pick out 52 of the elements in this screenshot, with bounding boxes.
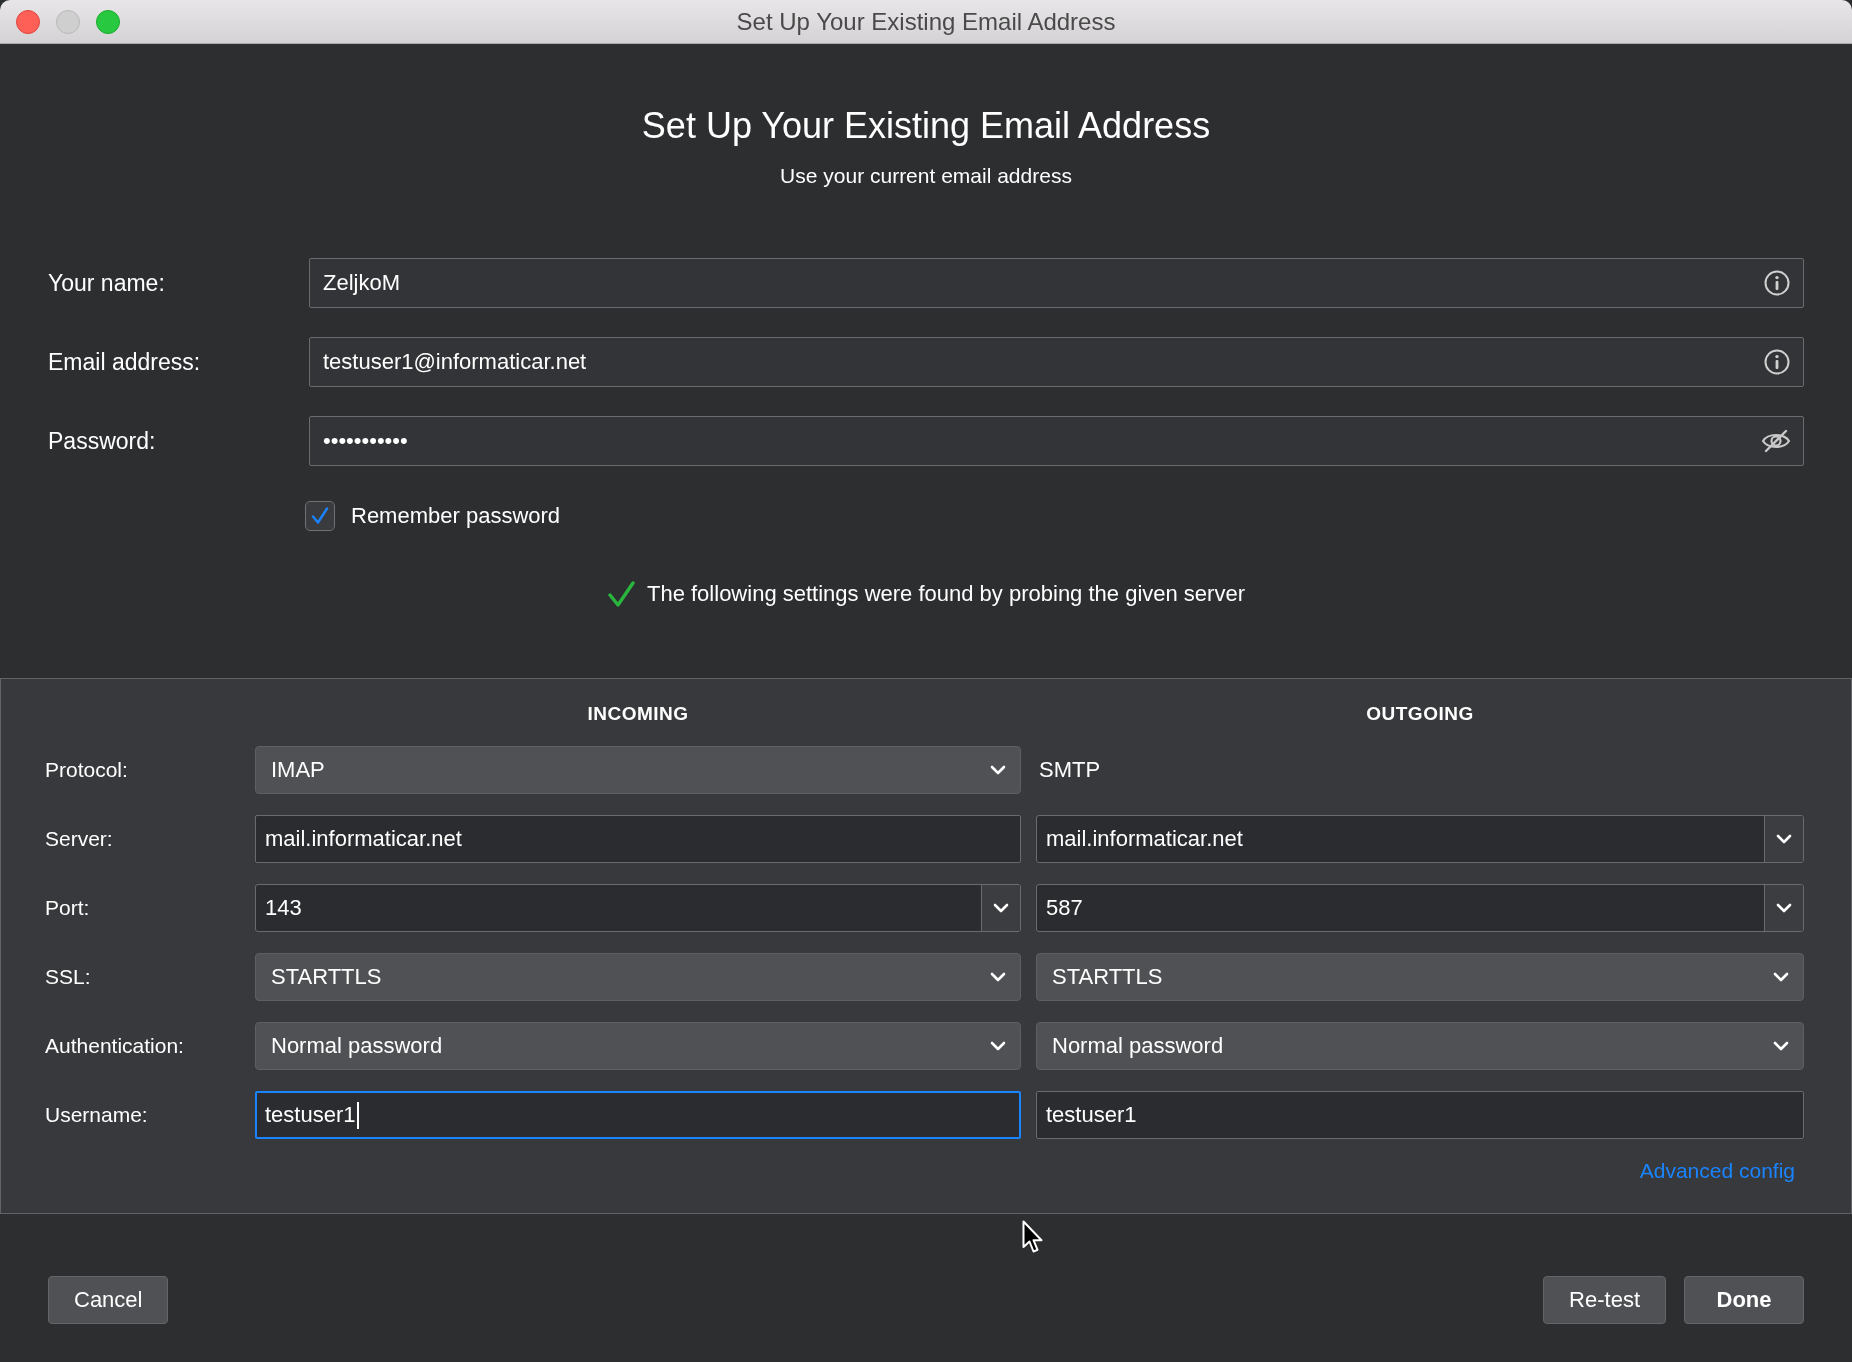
setting-label: SSL: xyxy=(45,965,91,988)
text-field[interactable]: testuser1 xyxy=(1036,1091,1804,1139)
chevron-icon xyxy=(990,972,1006,982)
chevron-icon xyxy=(1773,1041,1789,1051)
dropdown-select[interactable]: IMAP xyxy=(255,746,1021,794)
combo-field[interactable]: 143 xyxy=(255,884,1021,932)
text-field[interactable]: testuser1 xyxy=(255,1091,1021,1139)
checkbox-label: Remember password xyxy=(351,503,561,529)
protocol-text: SMTP xyxy=(1039,757,1101,783)
window-title: Set Up Your Existing Email Address xyxy=(736,7,1116,36)
chevron-icon xyxy=(1776,903,1792,913)
checkmark-icon xyxy=(310,506,330,526)
dropdown-select[interactable]: STARTTLS xyxy=(1036,953,1804,1001)
setting-label: Authentication: xyxy=(45,1034,184,1057)
setting-label: Port: xyxy=(45,896,90,919)
dropdown-select[interactable]: Normal password xyxy=(1036,1022,1804,1070)
dropdown-select[interactable]: Normal password xyxy=(255,1022,1021,1070)
combo-field[interactable]: 587 xyxy=(1036,884,1804,932)
dialog-button[interactable]: Done xyxy=(1684,1276,1804,1324)
text-field[interactable]: mail.informaticar.net xyxy=(255,815,1021,863)
field-label: Your name: xyxy=(48,269,165,296)
password-field[interactable]: ••••••••••• xyxy=(309,416,1804,466)
dialog-heading: Set Up Your Existing Email Address xyxy=(641,104,1211,148)
field-label: Email address: xyxy=(48,348,201,375)
chevron-icon xyxy=(1776,834,1792,844)
close-button[interactable] xyxy=(16,10,40,34)
field-label: Password: xyxy=(48,427,156,454)
combo-field[interactable]: mail.informaticar.net xyxy=(1036,815,1804,863)
info-icon[interactable] xyxy=(1763,348,1791,376)
chevron-icon xyxy=(993,903,1009,913)
status-message: The following settings were found by probing the given server xyxy=(647,581,1245,607)
setting-label: Server: xyxy=(45,827,113,850)
text-field[interactable]: ZeljkoM xyxy=(309,258,1804,308)
info-icon[interactable] xyxy=(1763,269,1791,297)
dialog-button[interactable]: Re-test xyxy=(1543,1276,1666,1324)
zoom-button[interactable] xyxy=(96,10,120,34)
dropdown-select[interactable]: STARTTLS xyxy=(255,953,1021,1001)
checkbox[interactable] xyxy=(305,501,335,531)
column-heading: INCOMING xyxy=(587,703,689,725)
chevron-icon xyxy=(990,765,1006,775)
setting-label: Protocol: xyxy=(45,758,128,781)
dialog-button[interactable]: Cancel xyxy=(48,1276,169,1324)
dialog-subtitle: Use your current email address xyxy=(780,164,1072,188)
chevron-icon xyxy=(1773,972,1789,982)
column-heading: OUTGOING xyxy=(1366,703,1474,725)
text-field[interactable]: testuser1@informaticar.net xyxy=(309,337,1804,387)
text-cursor xyxy=(356,1101,359,1129)
hidden-eye-icon[interactable] xyxy=(1761,428,1791,454)
setting-label: Username: xyxy=(45,1103,148,1126)
mouse-pointer-icon xyxy=(1022,1220,1044,1256)
check-icon xyxy=(607,580,635,608)
chevron-icon xyxy=(990,1041,1006,1051)
